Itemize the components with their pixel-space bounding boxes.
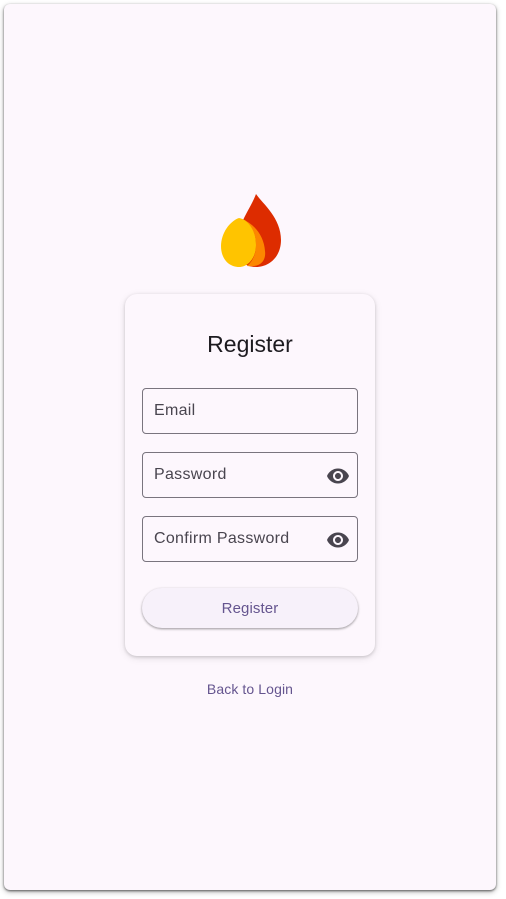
card-title: Register xyxy=(207,331,293,357)
email-input[interactable] xyxy=(143,389,357,433)
eye-icon[interactable] xyxy=(326,464,350,488)
flame-logo-icon xyxy=(221,194,281,267)
back-to-login-link[interactable]: Back to Login xyxy=(4,681,496,697)
confirm-password-field xyxy=(142,516,358,562)
register-card: Register Register xyxy=(125,294,375,656)
eye-icon[interactable] xyxy=(326,528,350,552)
register-button[interactable]: Register xyxy=(142,588,358,628)
password-field xyxy=(142,452,358,498)
password-input[interactable] xyxy=(143,453,357,497)
app-screen: Register Register Back to Login xyxy=(4,4,496,890)
email-field xyxy=(142,388,358,434)
confirm-password-input[interactable] xyxy=(143,517,357,561)
